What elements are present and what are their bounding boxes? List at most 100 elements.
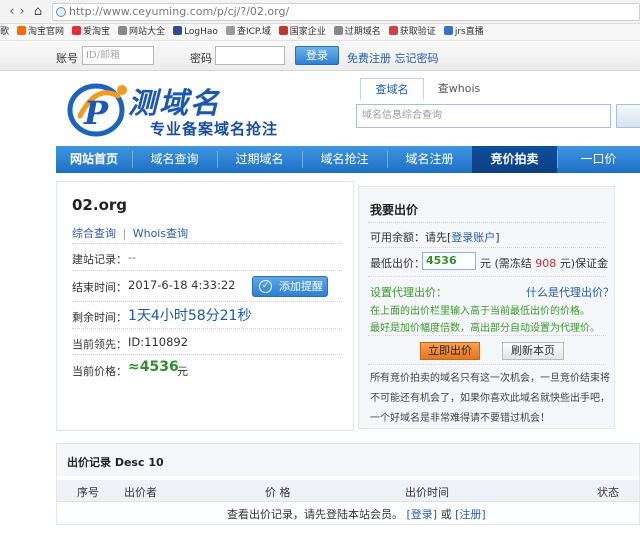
bookmark-item[interactable]: 查ICP.域 xyxy=(225,24,271,40)
bookmark-item[interactable]: 爱淘宝 xyxy=(72,24,111,40)
check-icon: ✓ xyxy=(259,280,272,293)
domain-name: 02.org xyxy=(72,196,128,214)
records-column-header: 序号 出价者 价 格 出价时间 状态 xyxy=(57,480,639,502)
bookmark-item[interactable]: LogHao xyxy=(173,24,218,40)
min-bid-unit: 元 (需冻结 xyxy=(480,257,532,270)
refresh-page-button[interactable]: 刷新本页 xyxy=(502,342,564,360)
url-input[interactable]: http://www.ceyuming.com/p/cj/?/02.org/ xyxy=(52,3,640,21)
current-price-value: ≈4536 xyxy=(128,359,179,375)
bookmark-label: 淘宝官网 xyxy=(28,27,65,37)
min-bid-label: 最低出价： xyxy=(370,257,425,270)
notice-line-1: 所有竞价拍卖的域名只有这一次机会，一旦竞价结束将 xyxy=(370,373,610,384)
bookmark-icon xyxy=(225,26,235,35)
records-empty-message: 查看出价记录，请先登陆本站会员。 [登录] 或 [注册] xyxy=(227,506,486,522)
bookmark-icon xyxy=(278,26,288,35)
records-empty-text: 查看出价记录，请先登陆本站会员。 xyxy=(227,508,403,521)
build-record-label: 建站记录： xyxy=(72,253,127,266)
tab-whois-search[interactable]: 查whois xyxy=(424,78,494,100)
col-price: 价 格 xyxy=(265,486,291,499)
bid-amount-input[interactable]: 4536 xyxy=(422,252,476,270)
bookmark-icon xyxy=(173,26,183,35)
proxy-tip-1: 在上面的出价栏里输入高于当前最低出价的价格。 xyxy=(370,306,590,317)
forward-icon[interactable]: › xyxy=(14,4,30,20)
whois-query-link[interactable]: Whois查询 xyxy=(133,227,188,240)
col-bidder: 出价者 xyxy=(124,486,157,499)
bookmark-label: 过期域名 xyxy=(344,27,381,37)
bookmarks-bar: 歌 淘宝官网 爱淘宝 网站大全 LogHao 查ICP.域 国家企业 过期域名 获取验证 jrs直… xyxy=(0,24,640,41)
bookmark-item[interactable]: 淘宝官网 xyxy=(17,24,65,40)
bookmark-icon xyxy=(388,26,398,35)
nav-item-5[interactable]: 竞价拍卖 xyxy=(472,146,557,173)
freeze-end: 元)保证金 xyxy=(559,257,609,270)
remaining-time-value: 1天4小时58分21秒 xyxy=(128,308,252,324)
freeze-amount: 908 xyxy=(535,257,557,270)
nav-item-6[interactable]: 一口价 xyxy=(557,146,640,173)
add-reminder-button[interactable]: ✓ 添加提醒 xyxy=(252,276,328,297)
account-input[interactable]: ID/邮箱 xyxy=(82,46,154,65)
current-price-unit: 元 xyxy=(177,365,188,378)
bookmark-item[interactable]: 国家企业 xyxy=(278,24,326,40)
bookmark-item[interactable]: jrs直播 xyxy=(443,24,484,40)
records-title: 出价记录 Desc 10 xyxy=(67,456,164,469)
url-text: http://www.ceyuming.com/p/cj/?/02.org/ xyxy=(69,5,290,18)
nav-item-1[interactable]: 域名查询 xyxy=(132,146,217,173)
nav-item-2[interactable]: 过期域名 xyxy=(217,146,302,173)
bookmark-item[interactable]: 歌 xyxy=(0,24,10,40)
proxy-bid-label: 设置代理出价： xyxy=(370,286,447,299)
notice-line-2: 不可能还有机会了，如果你喜欢此域名就快些出手吧， xyxy=(370,393,610,404)
balance-line: 可用余额：请先[登录账户] xyxy=(370,229,500,245)
bookmark-item[interactable]: 获取验证 xyxy=(388,24,436,40)
nav-item-4[interactable]: 域名注册 xyxy=(387,146,472,173)
records-login-link[interactable]: [登录] xyxy=(407,508,438,521)
notice-line-3: 一个好域名是非常难得请不要错过机会！ xyxy=(370,413,550,424)
bookmark-label: 获取验证 xyxy=(399,27,436,37)
globe-icon xyxy=(56,7,66,17)
svg-text:P: P xyxy=(83,94,109,132)
domain-links: 综合查询 | Whois查询 xyxy=(72,225,188,241)
login-account-link[interactable]: 登录账户 xyxy=(451,231,495,244)
remaining-time-label: 剩余时间： xyxy=(72,311,127,324)
combined-query-link[interactable]: 综合查询 xyxy=(72,227,116,240)
home-icon[interactable]: ⌂ xyxy=(30,4,46,20)
bookmark-label: 爱淘宝 xyxy=(83,27,111,37)
bookmark-icon xyxy=(118,26,128,35)
bid-records-panel: 出价记录 Desc 10 序号 出价者 价 格 出价时间 状态 查看出价记录，请… xyxy=(56,443,640,525)
password-input[interactable] xyxy=(215,46,285,65)
search-input[interactable]: 域名信息综合查询 xyxy=(356,104,611,128)
tab-domain-search[interactable]: 查域名 xyxy=(360,78,424,100)
nav-item-3[interactable]: 域名抢注 xyxy=(302,146,387,173)
account-label: 账号 xyxy=(56,52,78,65)
records-register-link[interactable]: [注册] xyxy=(455,508,486,521)
end-time-value: 2017-6-18 4:33:22 xyxy=(128,278,236,292)
leader-value: ID:110892 xyxy=(128,335,189,349)
end-time-label: 结束时间： xyxy=(72,281,127,294)
col-index: 序号 xyxy=(77,486,99,499)
login-strip: 账号 ID/邮箱 密码 登录 免费注册 忘记密码 xyxy=(0,41,640,71)
col-status: 状态 xyxy=(597,486,619,499)
register-link[interactable]: 免费注册 忘记密码 xyxy=(347,50,439,66)
search-button[interactable] xyxy=(616,104,640,128)
logo-title: 测域名 xyxy=(128,86,222,120)
bid-title: 我要出价 xyxy=(370,203,419,217)
password-label: 密码 xyxy=(190,52,212,65)
nav-item-0[interactable]: 网站首页 xyxy=(56,146,132,173)
balance-end: ] xyxy=(495,231,500,244)
leader-label: 当前领先： xyxy=(72,338,127,351)
link-separator: | xyxy=(122,227,127,240)
bookmark-label: jrs直播 xyxy=(454,27,484,37)
balance-label: 可用余额：请先[ xyxy=(370,231,452,244)
bookmark-label: LogHao xyxy=(184,27,218,37)
login-button[interactable]: 登录 xyxy=(295,46,339,65)
bookmark-label: 歌 xyxy=(0,27,10,37)
bookmark-icon xyxy=(443,26,453,35)
col-bid-time: 出价时间 xyxy=(405,486,449,499)
bid-now-button[interactable]: 立即出价 xyxy=(420,342,480,360)
bookmark-icon xyxy=(72,26,82,35)
records-or-text: 或 xyxy=(440,508,452,521)
bookmark-item[interactable]: 网站大全 xyxy=(118,24,165,40)
proxy-help-link[interactable]: 什么是代理出价？ xyxy=(526,284,614,300)
freeze-line: 元 (需冻结 908 元)保证金 xyxy=(480,255,608,271)
bookmark-item[interactable]: 过期域名 xyxy=(333,24,381,40)
bookmark-label: 查ICP.域 xyxy=(236,27,271,37)
bookmark-icon xyxy=(333,26,343,35)
